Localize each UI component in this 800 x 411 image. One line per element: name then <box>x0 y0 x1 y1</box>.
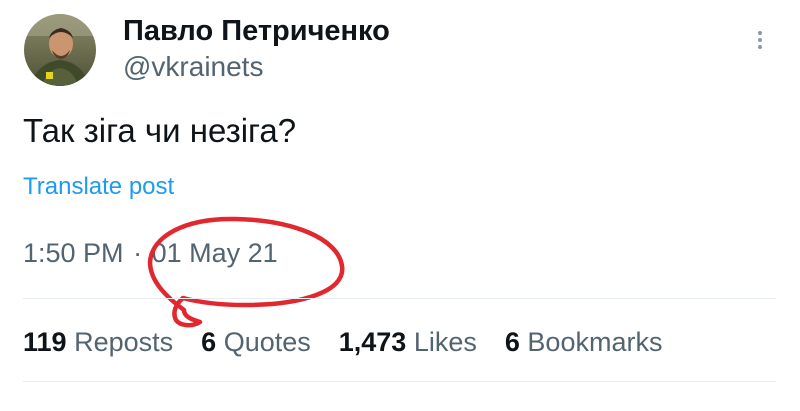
tweet-time: 1:50 PM <box>23 238 124 268</box>
engagement-stats: 119 Reposts 6 Quotes 1,473 Likes 6 Bookm… <box>23 325 690 359</box>
stat-value: 1,473 <box>338 327 407 357</box>
stat-label: Quotes <box>223 327 311 357</box>
translate-post-link[interactable]: Translate post <box>23 172 174 202</box>
meta-separator: · <box>133 238 143 268</box>
tweet-card: Павло Петриченко @vkrainets Так зіга чи … <box>0 0 800 411</box>
author-display-name[interactable]: Павло Петриченко <box>123 14 390 48</box>
stat-value: 6 <box>201 327 217 357</box>
stat-label: Reposts <box>74 327 174 357</box>
stat-value: 6 <box>504 327 520 357</box>
stat-quotes[interactable]: 6 Quotes <box>201 325 311 359</box>
stat-label: Likes <box>413 327 477 357</box>
tweet-text: Так зіга чи незіга? <box>23 112 297 149</box>
stat-likes[interactable]: 1,473 Likes <box>339 325 477 359</box>
author-handle[interactable]: @vkrainets <box>123 51 263 83</box>
tweet-timestamp[interactable]: 1:50 PM · 01 May 21 <box>23 236 278 270</box>
divider <box>23 381 776 382</box>
stat-label: Bookmarks <box>527 327 663 357</box>
divider <box>23 298 776 299</box>
stat-value: 119 <box>23 327 67 357</box>
stat-reposts[interactable]: 119 Reposts <box>23 325 173 359</box>
avatar-photo <box>24 14 96 86</box>
stat-bookmarks[interactable]: 6 Bookmarks <box>505 325 663 359</box>
tweet-date: 01 May 21 <box>151 238 278 268</box>
more-options-icon[interactable] <box>748 28 772 58</box>
avatar[interactable] <box>24 14 96 86</box>
